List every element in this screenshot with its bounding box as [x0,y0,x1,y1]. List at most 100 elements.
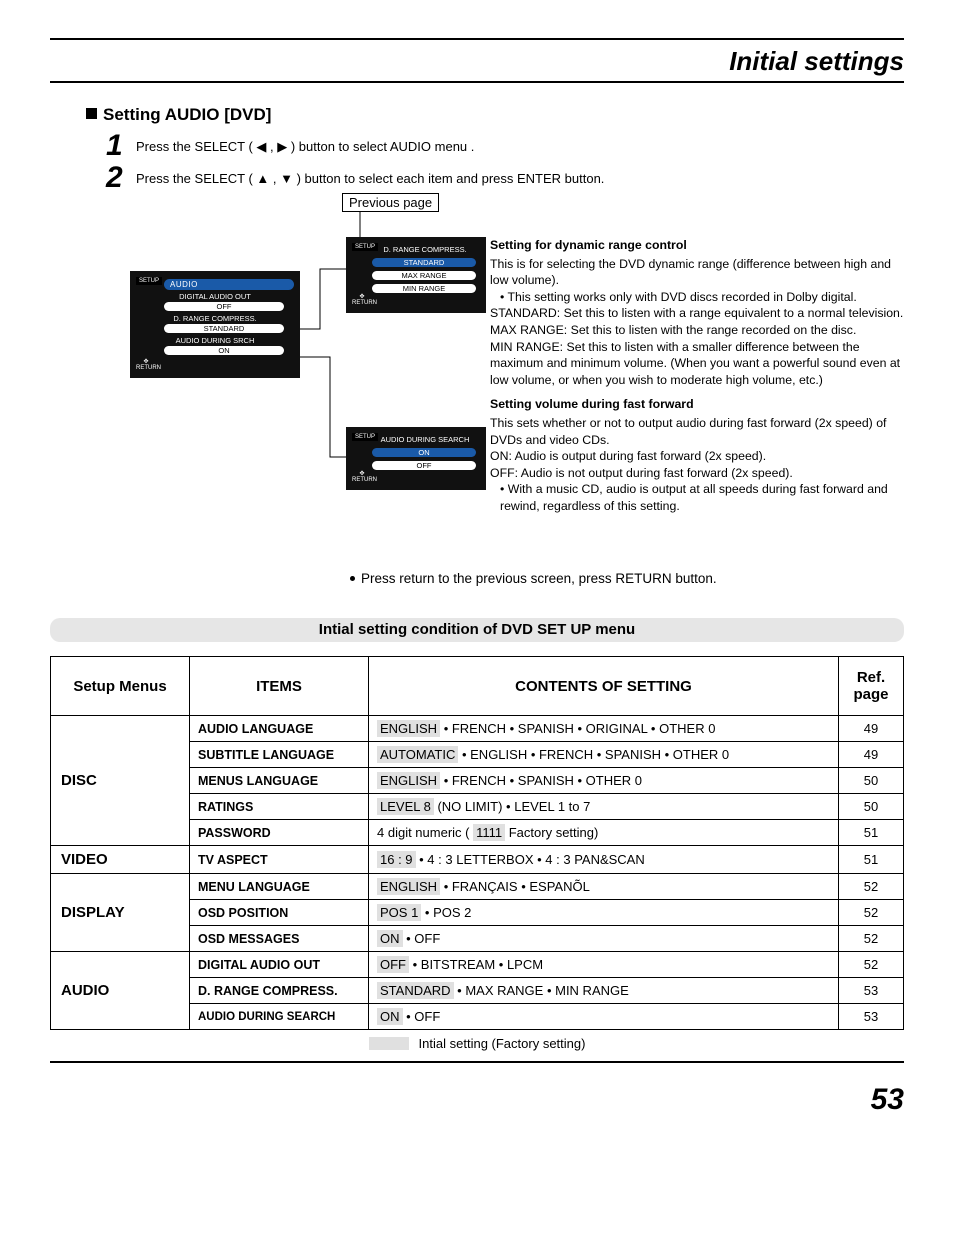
item-cell: TV ASPECT [190,846,369,874]
osd-header-audio: AUDIO [164,279,294,290]
step-1-text: Press the SELECT ( ◀ , ▶ ) button to sel… [136,131,474,155]
osd-submenu-title: AUDIO DURING SEARCH [370,435,480,444]
bullet-icon [350,576,355,581]
page-cell: 49 [839,742,904,768]
contents-cell: STANDARD • MAX RANGE • MIN RANGE [369,978,839,1004]
explain-paragraph: This is for selecting the DVD dynamic ra… [490,256,904,289]
page-number: 53 [871,1079,904,1117]
step-number-1: 1 [106,131,136,161]
table-row: VIDEO TV ASPECT 16 : 9 • 4 : 3 LETTERBOX… [51,846,904,874]
osd-option: OFF [372,461,476,470]
table-row: AUDIO DIGITAL AUDIO OUT OFF • BITSTREAM … [51,952,904,978]
osd-option-selected: STANDARD [372,258,476,267]
legend: Intial setting (Factory setting) [50,1036,904,1051]
item-cell: PASSWORD [190,820,369,846]
table-row: DISPLAY MENU LANGUAGE ENGLISH • FRANÇAIS… [51,874,904,900]
joystick-icon: ✥RETURN [352,470,372,484]
explain-option-maxrange: MAX RANGE: Set this to listen with the r… [490,322,904,339]
page-cell: 52 [839,900,904,926]
osd-row-label: DIGITAL AUDIO OUT [136,292,294,301]
step-2-text: Press the SELECT ( ▲ , ▼ ) button to sel… [136,163,604,186]
page-cell: 51 [839,820,904,846]
osd-row-label: D. RANGE COMPRESS. [136,314,294,323]
item-cell: OSD POSITION [190,900,369,926]
explain-audiosearch: Setting volume during fast forward This … [490,396,904,514]
contents-cell: ON • OFF [369,926,839,952]
osd-drange-submenu: SETUP D. RANGE COMPRESS. STANDARD MAX RA… [346,237,486,313]
item-cell: OSD MESSAGES [190,926,369,952]
previous-page-label: Previous page [342,193,439,212]
explain-option-off: OFF: Audio is not output during fast for… [490,465,904,482]
page-title: Initial settings [50,46,904,77]
item-cell: AUDIO LANGUAGE [190,716,369,742]
square-bullet-icon [86,108,97,119]
joystick-icon: ✥RETURN [352,293,372,307]
th-ref-page: Ref. page [839,657,904,716]
contents-cell: ENGLISH • FRENCH • SPANISH • OTHER 0 [369,768,839,794]
osd-main-menu: SETUP AUDIO DIGITAL AUDIO OUT OFF D. RAN… [130,271,300,378]
return-note: Press return to the previous screen, pre… [350,571,904,586]
explain-option-on: ON: Audio is output during fast forward … [490,448,904,465]
page-cell: 52 [839,952,904,978]
th-setup-menus: Setup Menus [51,657,190,716]
table-row: DISC AUDIO LANGUAGE ENGLISH • FRENCH • S… [51,716,904,742]
page-cell: 53 [839,978,904,1004]
page-cell: 52 [839,874,904,900]
explain-heading: Setting for dynamic range control [490,237,904,254]
page-cell: 50 [839,794,904,820]
step-number-2: 2 [106,163,136,193]
explain-paragraph: This sets whether or not to output audio… [490,415,904,448]
contents-cell: ENGLISH • FRENCH • SPANISH • ORIGINAL • … [369,716,839,742]
setup-label: SETUP [352,433,378,441]
step-1: 1 Press the SELECT ( ◀ , ▶ ) button to s… [106,131,904,161]
section-heading: Setting AUDIO [DVD] [86,105,904,125]
osd-row-value: STANDARD [164,324,284,333]
th-contents: CONTENTS OF SETTING [369,657,839,716]
item-cell: DIGITAL AUDIO OUT [190,952,369,978]
diagram-area: Previous page SETUP AUDIO DIGITAL AUDIO … [50,199,904,549]
setup-label: SETUP [136,277,162,285]
item-cell: MENUS LANGUAGE [190,768,369,794]
osd-row-value: OFF [164,302,284,311]
explain-option-minrange: MIN RANGE: Set this to listen with a sma… [490,339,904,389]
group-disc: DISC [51,716,190,846]
subtitle-bar: Intial setting condition of DVD SET UP m… [50,618,904,642]
page-cell: 50 [839,768,904,794]
explain-heading: Setting volume during fast forward [490,396,904,413]
page-cell: 52 [839,926,904,952]
explain-drange: Setting for dynamic range control This i… [490,237,904,388]
group-video: VIDEO [51,846,190,874]
osd-submenu-title: D. RANGE COMPRESS. [370,245,480,254]
page-cell: 53 [839,1004,904,1030]
contents-cell: 4 digit numeric ( 1111 Factory setting) [369,820,839,846]
th-items: ITEMS [190,657,369,716]
legend-swatch-icon [369,1037,409,1050]
contents-cell: ENGLISH • FRANÇAIS • ESPANÕL [369,874,839,900]
explain-bullet: • This setting works only with DVD discs… [490,289,904,306]
page-cell: 51 [839,846,904,874]
explain-option-standard: STANDARD: Set this to listen with a rang… [490,305,904,322]
step-2: 2 Press the SELECT ( ▲ , ▼ ) button to s… [106,163,904,193]
setup-label: SETUP [352,243,378,251]
page-cell: 49 [839,716,904,742]
contents-cell: ON • OFF [369,1004,839,1030]
group-display: DISPLAY [51,874,190,952]
osd-row-value: ON [164,346,284,355]
contents-cell: LEVEL 8 (NO LIMIT) • LEVEL 1 to 7 [369,794,839,820]
osd-option-selected: ON [372,448,476,457]
contents-cell: POS 1 • POS 2 [369,900,839,926]
item-cell: MENU LANGUAGE [190,874,369,900]
item-cell: RATINGS [190,794,369,820]
osd-row-label: AUDIO DURING SRCH [136,336,294,345]
joystick-icon: ✥RETURN [136,358,156,372]
contents-cell: OFF • BITSTREAM • LPCM [369,952,839,978]
item-cell: SUBTITLE LANGUAGE [190,742,369,768]
osd-audiosearch-submenu: SETUP AUDIO DURING SEARCH ON OFF ✥RETURN [346,427,486,490]
item-cell: D. RANGE COMPRESS. [190,978,369,1004]
osd-option: MAX RANGE [372,271,476,280]
explain-bullet: • With a music CD, audio is output at al… [490,481,904,514]
item-cell: AUDIO DURING SEARCH [190,1004,369,1030]
contents-cell: AUTOMATIC • ENGLISH • FRENCH • SPANISH •… [369,742,839,768]
osd-option: MIN RANGE [372,284,476,293]
group-audio: AUDIO [51,952,190,1030]
